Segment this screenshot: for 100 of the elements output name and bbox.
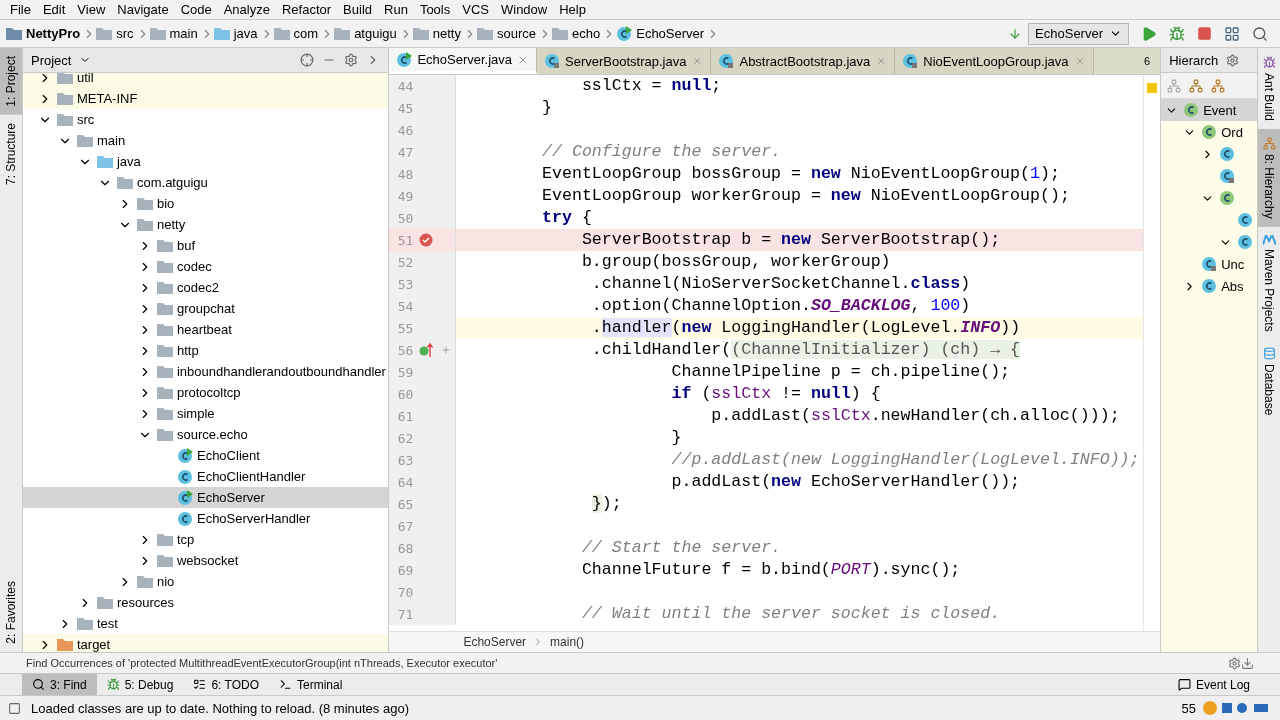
- menu-item[interactable]: Window: [494, 2, 554, 17]
- tree-item[interactable]: main: [22, 130, 389, 151]
- tree-item[interactable]: codec: [22, 256, 389, 277]
- tool-window-tab[interactable]: 7: Structure: [0, 114, 22, 193]
- folder-icon: [156, 302, 173, 315]
- breadcrumb-item[interactable]: netty: [412, 26, 461, 41]
- tab-count[interactable]: 6: [1134, 48, 1161, 74]
- class-icon: [544, 53, 561, 69]
- tree-item[interactable]: nio: [22, 571, 389, 592]
- download-icon: [1241, 656, 1254, 670]
- tool-window-tab[interactable]: Database: [1258, 339, 1280, 424]
- menu-item[interactable]: Navigate: [111, 2, 175, 17]
- tool-window-tab[interactable]: 5: Debug: [96, 674, 184, 695]
- tree-item[interactable]: META-INF: [22, 88, 389, 109]
- panel-title[interactable]: Project: [30, 52, 72, 68]
- tree-item[interactable]: tcp: [22, 529, 389, 550]
- interface-icon: [1201, 124, 1218, 140]
- folder-icon: [156, 407, 173, 420]
- tool-window-tab[interactable]: 2: Favorites: [0, 573, 22, 652]
- tool-window-tab[interactable]: 1: Project: [0, 48, 22, 115]
- menu-item[interactable]: Help: [553, 2, 592, 17]
- tree-item[interactable]: http: [22, 340, 389, 361]
- tree-item[interactable]: codec2: [22, 277, 389, 298]
- menu-item[interactable]: Build: [337, 2, 378, 17]
- tree-item[interactable]: EchoServerHandler: [22, 508, 389, 529]
- code-text: // Start the server.: [580, 537, 782, 559]
- maven-icon: [1262, 234, 1276, 245]
- event-log-button[interactable]: Event Log: [1177, 677, 1280, 692]
- tree-item[interactable]: EchoServer: [22, 487, 389, 508]
- tool-window-tab[interactable]: Ant Build: [1258, 48, 1280, 130]
- tree-item[interactable]: groupchat: [22, 298, 389, 319]
- warning-marker[interactable]: [1147, 83, 1158, 93]
- tree-item[interactable]: source.echo: [22, 424, 389, 445]
- breakpoint-icon[interactable]: [419, 233, 434, 247]
- breadcrumb-item[interactable]: NettyPro: [6, 26, 81, 41]
- tree-item-label: heartbeat: [176, 322, 232, 337]
- code-text: ChannelFuture f = b.bind(PORT).sync();: [580, 559, 961, 581]
- tree-item[interactable]: target: [22, 634, 389, 652]
- editor-tab[interactable]: ServerBootstrap.java: [537, 48, 712, 74]
- tree-item-label: buf: [176, 238, 196, 253]
- editor-tab[interactable]: EchoServer.java: [389, 48, 538, 74]
- tree-item[interactable]: resources: [22, 592, 389, 613]
- tree-item[interactable]: websocket: [22, 550, 389, 571]
- tree-item-label: EchoClientHandler: [196, 469, 306, 484]
- tree-item[interactable]: inboundhandlerandoutboundhandler: [22, 361, 389, 382]
- tree-item[interactable]: src: [22, 109, 389, 130]
- tool-window-tab[interactable]: Terminal: [268, 674, 353, 695]
- implements-icon[interactable]: [419, 343, 434, 357]
- breadcrumb-item[interactable]: atguigu: [334, 26, 397, 41]
- tree-item[interactable]: buf: [22, 235, 389, 256]
- folder-icon: [149, 27, 166, 40]
- line-number: 63: [396, 452, 414, 468]
- menu-item[interactable]: Edit: [36, 2, 72, 17]
- folder-icon: [156, 386, 173, 399]
- tool-window-tab[interactable]: Maven Projects: [1258, 226, 1280, 340]
- breadcrumb-item[interactable]: src: [96, 26, 134, 41]
- breadcrumb-item[interactable]: EchoServer: [616, 25, 705, 42]
- menu-item[interactable]: Tools: [413, 2, 457, 17]
- menu-item[interactable]: Run: [378, 2, 414, 17]
- tree-item-label: EchoServer: [196, 490, 265, 505]
- breadcrumb-item[interactable]: com: [273, 26, 319, 41]
- hierarchy-item[interactable]: Event: [1161, 99, 1258, 121]
- editor-tab[interactable]: NioEventLoopGroup.java: [895, 48, 1094, 74]
- tool-window-tab[interactable]: 8: Hierarchy: [1258, 129, 1280, 227]
- tree-item[interactable]: simple: [22, 403, 389, 424]
- tool-window-tab[interactable]: 6: TODO: [183, 674, 269, 695]
- interface-icon: [1219, 190, 1236, 206]
- editor-breadcrumb[interactable]: main(): [550, 635, 585, 649]
- tree-item-label: META-INF: [76, 91, 138, 106]
- menu-item[interactable]: Analyze: [217, 2, 276, 17]
- tree-item[interactable]: test: [22, 613, 389, 634]
- hierarchy-item[interactable]: Unc: [1161, 253, 1258, 275]
- run-configuration-dropdown[interactable]: EchoServer: [1028, 22, 1129, 45]
- tree-item[interactable]: java: [22, 151, 389, 172]
- tree-item[interactable]: EchoClient: [22, 445, 389, 466]
- folder-icon: [213, 27, 230, 40]
- menu-item[interactable]: VCS: [456, 2, 495, 17]
- hierarchy-item[interactable]: Ord: [1161, 121, 1258, 143]
- breadcrumb-item[interactable]: java: [213, 26, 258, 41]
- hierarchy-item[interactable]: Abs: [1161, 275, 1258, 297]
- editor-breadcrumb[interactable]: EchoServer: [463, 635, 527, 649]
- tree-item[interactable]: EchoClientHandler: [22, 466, 389, 487]
- menu-item[interactable]: View: [71, 2, 112, 17]
- breadcrumb-item[interactable]: source: [477, 26, 536, 41]
- tree-item[interactable]: com.atguigu: [22, 172, 389, 193]
- breadcrumb-item[interactable]: echo: [552, 26, 601, 41]
- breadcrumb-item[interactable]: main: [149, 26, 198, 41]
- tree-item[interactable]: util: [22, 73, 389, 88]
- tree-item[interactable]: netty: [22, 214, 389, 235]
- tree-item-label: codec: [176, 259, 212, 274]
- editor-tab[interactable]: AbstractBootstrap.java: [711, 48, 896, 74]
- tree-item[interactable]: bio: [22, 193, 389, 214]
- tool-window-tab[interactable]: 3: Find: [22, 674, 97, 695]
- menu-item[interactable]: Code: [174, 2, 218, 17]
- menu-item[interactable]: File: [4, 2, 37, 17]
- tree-item[interactable]: protocoltcp: [22, 382, 389, 403]
- tree-item[interactable]: heartbeat: [22, 319, 389, 340]
- line-number: 54: [396, 298, 414, 314]
- status-message: Loaded classes are up to date. Nothing to reload. (8 minutes ago): [31, 700, 409, 716]
- menu-item[interactable]: Refactor: [275, 2, 338, 17]
